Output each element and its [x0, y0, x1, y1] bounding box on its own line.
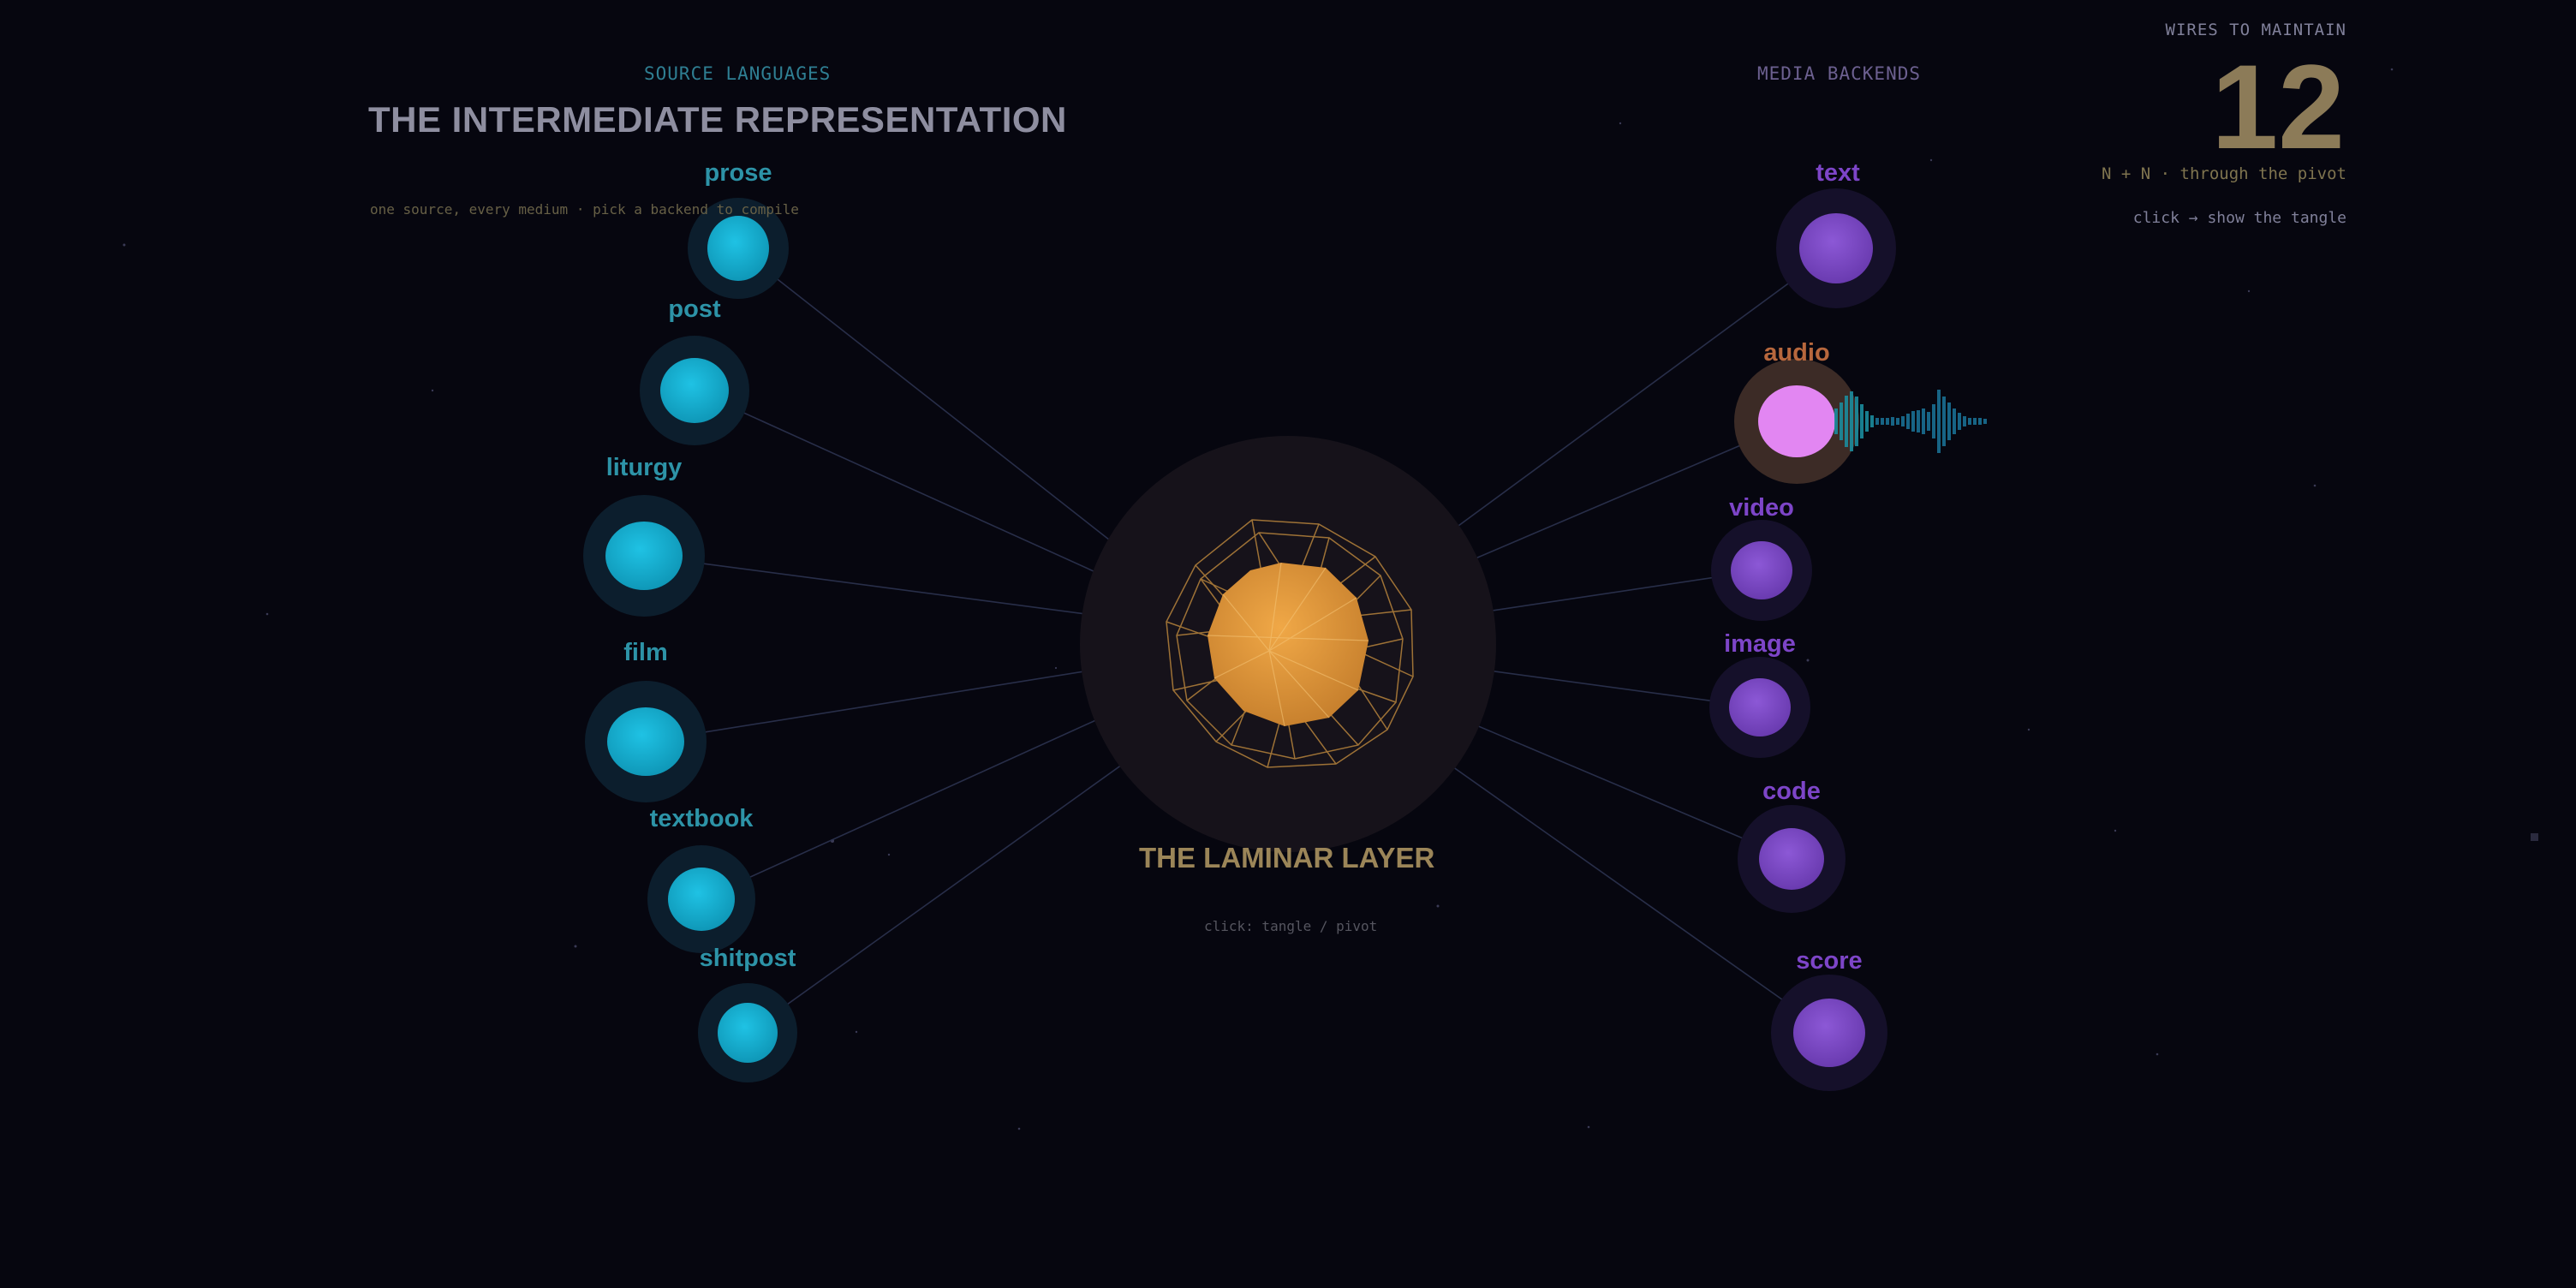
waveform-bar [1860, 404, 1863, 438]
waveform-bar [1968, 418, 1971, 425]
waveform-bar [1958, 413, 1961, 430]
waveform-bar [1942, 397, 1946, 446]
source-languages-heading: SOURCE LANGUAGES [644, 63, 832, 84]
page-subtitle: one source, every medium · pick a backen… [370, 201, 799, 218]
backend-label-text[interactable]: text [1816, 159, 1860, 188]
source-label-prose[interactable]: prose [705, 159, 772, 188]
waveform-bar [1845, 396, 1848, 447]
source-node-shitpost[interactable] [698, 983, 797, 1082]
pivot-node[interactable] [1080, 436, 1496, 852]
backend-node-text[interactable] [1776, 188, 1896, 308]
backend-label-code[interactable]: code [1762, 778, 1821, 806]
source-label-textbook[interactable]: textbook [650, 805, 754, 833]
source-label-film[interactable]: film [623, 639, 668, 667]
source-node-film[interactable] [585, 681, 707, 802]
waveform-bar [1840, 402, 1843, 440]
wires-formula: N + N · through the pivot [2102, 164, 2346, 183]
waveform-bar [1870, 415, 1874, 427]
waveform-bar [1855, 397, 1858, 446]
backend-label-audio[interactable]: audio [1763, 339, 1829, 367]
backend-node-score[interactable] [1771, 975, 1887, 1091]
audio-waveform [1834, 390, 1987, 453]
backend-label-score[interactable]: score [1796, 947, 1862, 975]
waveform-bar [1932, 404, 1935, 438]
source-label-liturgy[interactable]: liturgy [606, 454, 683, 482]
waveform-bar [1963, 416, 1966, 426]
pivot-title[interactable]: THE LAMINAR LAYER [1139, 842, 1434, 874]
backend-node-image[interactable] [1709, 657, 1810, 758]
waveform-bar [1953, 408, 1956, 434]
waveform-bar [1906, 414, 1910, 429]
waveform-bar [1901, 416, 1905, 426]
source-node-textbook[interactable] [647, 845, 755, 953]
waveform-bar [1834, 408, 1838, 434]
waveform-bar [1922, 408, 1925, 434]
waveform-bar [1983, 419, 1987, 424]
backend-label-image[interactable]: image [1724, 630, 1796, 659]
waveform-bar [1886, 418, 1889, 425]
waveform-bar [1973, 418, 1977, 425]
source-node-liturgy[interactable] [583, 495, 705, 617]
backend-node-video[interactable] [1711, 520, 1812, 621]
waveform-bar [1865, 411, 1869, 432]
graph-canvas [122, 68, 2394, 1130]
waveform-bar [1896, 418, 1899, 425]
pivot-hint: click: tangle / pivot [1204, 918, 1378, 934]
wires-count: 12 [2211, 39, 2345, 174]
backend-label-video[interactable]: video [1729, 494, 1794, 522]
wires-label: WIRES TO MAINTAIN [2165, 21, 2346, 39]
waveform-bar [1850, 391, 1853, 451]
backend-node-code[interactable] [1738, 805, 1846, 913]
waveform-bar [1917, 410, 1920, 432]
waveform-bar [1911, 411, 1915, 432]
waveform-bar [1937, 390, 1941, 453]
source-label-shitpost[interactable]: shitpost [700, 945, 796, 973]
source-node-post[interactable] [640, 336, 749, 445]
waveform-bar [1947, 402, 1951, 440]
waveform-bar [1881, 418, 1884, 425]
waveform-bar [1891, 417, 1894, 426]
corner-indicator [2531, 833, 2538, 841]
waveform-bar [1875, 418, 1879, 425]
waveform-bar [1927, 412, 1930, 431]
source-label-post[interactable]: post [668, 295, 720, 324]
media-backends-heading: MEDIA BACKENDS [1757, 63, 1922, 84]
waveform-bar [1978, 418, 1982, 425]
show-tangle-hint[interactable]: click → show the tangle [2133, 209, 2346, 227]
page-title: THE INTERMEDIATE REPRESENTATION [368, 99, 1067, 140]
